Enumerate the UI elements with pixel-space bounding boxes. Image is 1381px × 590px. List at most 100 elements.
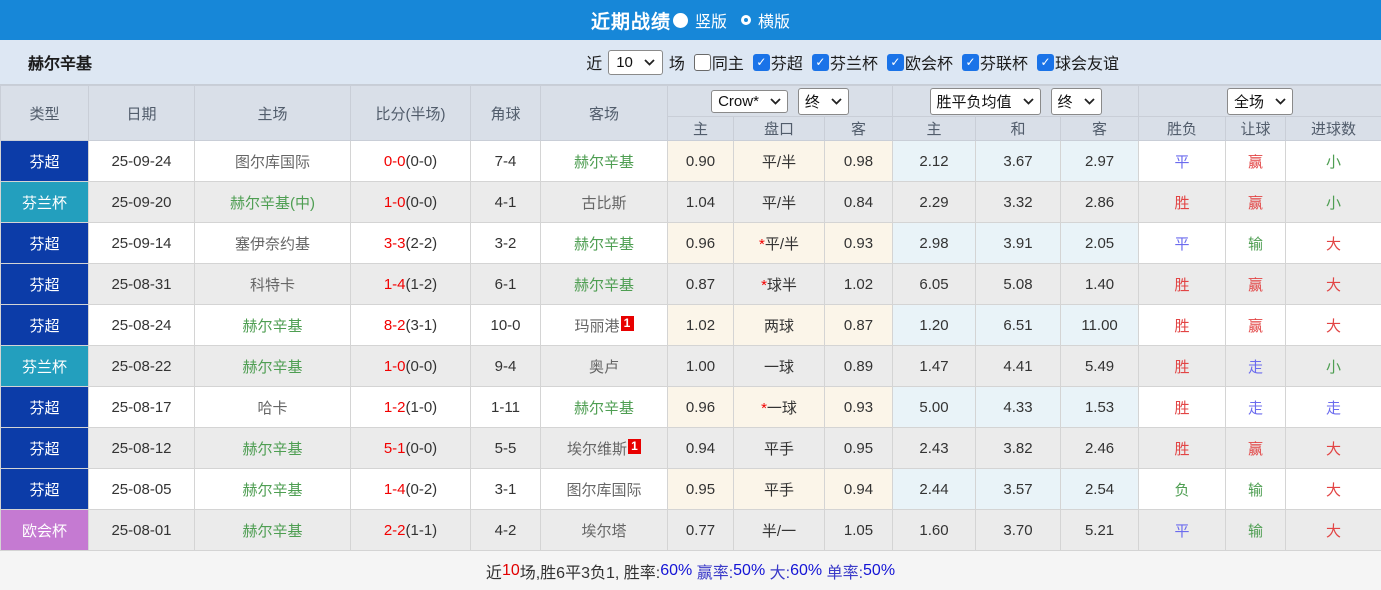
eu-away-odds: 2.46 [1060,427,1140,469]
away-team-name: 古比斯 [581,194,627,212]
home-team: 赫尔辛基 [194,468,351,510]
eu-away-odds: 2.86 [1060,181,1140,223]
score: 1-4(1-2) [350,263,471,305]
away-team-name: 赫尔辛基 [573,153,634,171]
ah-line-text: 一球 [766,399,797,417]
corners: 4-2 [470,509,541,551]
ah-line: 半/一 [733,509,825,551]
ah-line: *球半 [733,263,825,305]
eu-draw-odds: 3.67 [975,140,1062,182]
chevron-down-icon [1022,97,1034,105]
checkbox-checked-芬超[interactable]: ✓ [752,53,770,71]
ah-line-text: 平手 [763,481,794,499]
checkbox-label[interactable]: 芬联杯 [980,50,1028,74]
match-date: 25-09-20 [88,181,195,223]
eu-home-odds: 1.47 [892,345,977,387]
away-team: 玛丽港 1 [540,304,668,346]
radio-vertical-layout[interactable] [672,12,688,28]
chevron-down-icon [831,97,842,105]
checkbox-label[interactable]: 同主 [712,50,744,74]
ah-home-odds: 0.95 [667,468,734,510]
col-wdl: 胜负 [1138,116,1227,141]
eu-draw-odds: 6.51 [975,304,1062,346]
eu-draw-odds: 4.41 [975,345,1062,387]
score: 5-1(0-0) [350,427,471,469]
col-ah-away: 客 [823,116,894,141]
home-team-name: 塞伊奈约基 [234,235,310,253]
checkbox-label[interactable]: 芬超 [771,50,803,74]
result-wdl: 胜 [1138,427,1227,469]
ah-away-odds: 1.05 [823,509,894,551]
away-team: 赫尔辛基 [540,222,668,264]
match-date: 25-08-22 [88,345,195,387]
halftime-score: (1-2) [405,275,438,293]
ah-home-odds: 0.87 [667,263,734,305]
radio-horizontal-layout[interactable] [741,15,751,25]
score: 2-2(1-1) [350,509,471,551]
ah-line: 平手 [733,468,825,510]
checkbox-checked-芬兰杯[interactable]: ✓ [811,53,829,71]
filter-bar: 赫尔辛基 近 10 场 同主 ✓ 芬超 ✓ 芬兰杯 ✓ 欧会杯 ✓ 芬联杯 ✓ 球会友谊 [0,40,1381,85]
fulltime-score: 1-4 [383,275,406,293]
checkbox-unchecked-同主[interactable] [693,53,711,71]
halftime-score: (0-0) [405,357,438,375]
result-goals: 小 [1285,140,1381,182]
checkbox-checked-欧会杯[interactable]: ✓ [886,53,904,71]
home-team: 赫尔辛基 [194,304,351,346]
col-away: 客场 [540,85,668,141]
checkbox-label[interactable]: 芬兰杯 [830,50,878,74]
scope-select[interactable]: 全场 [1227,87,1294,115]
score: 8-2(3-1) [350,304,471,346]
type-badge: 芬超 [0,222,89,264]
result-wdl: 负 [1138,468,1227,510]
corners: 10-0 [470,304,541,346]
home-team-name: 赫尔辛基 [242,440,303,458]
recent-count-select[interactable]: 10 [608,49,663,75]
fulltime-score: 1-0 [383,357,406,375]
away-team: 赫尔辛基 [540,263,668,305]
corners: 3-1 [470,468,541,510]
ah-line: *平/半 [733,222,825,264]
checkbox-label[interactable]: 欧会杯 [905,50,953,74]
table-row: 芬超 25-09-14 塞伊奈约基 3-3(2-2) 3-2 赫尔辛基 0.96 *平/半 0.… [0,222,1381,264]
col-handicap: 让球 [1225,116,1287,141]
home-team-name: 哈卡 [257,399,288,417]
result-handicap: 赢 [1225,427,1287,469]
home-team: 图尔库国际 [194,140,351,182]
eu-away-odds: 5.49 [1060,345,1140,387]
ah-away-odds: 0.95 [823,427,894,469]
summary-part: 60% [660,561,693,579]
ah-line: 平手 [733,427,825,469]
radio-vertical-label[interactable]: 竖版 [695,8,727,32]
result-handicap: 走 [1225,386,1287,428]
eu-away-odds: 2.05 [1060,222,1140,264]
red-card-badge: 1 [628,438,641,454]
filters-group: 近 10 场 同主 ✓ 芬超 ✓ 芬兰杯 ✓ 欧会杯 ✓ 芬联杯 ✓ 球会友谊 [586,49,1119,75]
eu-draw-odds: 3.57 [975,468,1062,510]
asian-odds-time-select[interactable]: 终 [797,87,849,115]
result-wdl: 平 [1138,509,1227,551]
table-row: 芬超 25-08-05 赫尔辛基 1-4(0-2) 3-1 图尔库国际 0.95 平手 0.94… [0,468,1381,510]
result-wdl: 胜 [1138,263,1227,305]
recent-label: 近 [586,56,603,73]
score: 0-0(0-0) [350,140,471,182]
result-wdl: 胜 [1138,304,1227,346]
checkbox-checked-芬联杯[interactable]: ✓ [961,53,979,71]
euro-odds-time-select[interactable]: 终 [1050,87,1102,115]
bookmaker-select[interactable]: Crow* [711,89,788,113]
table-row: 芬超 25-08-24 赫尔辛基 8-2(3-1) 10-0 玛丽港 1 1.02 两球 0.87… [0,304,1381,346]
away-team: 图尔库国际 [540,468,668,510]
radio-horizontal-label[interactable]: 横版 [758,8,790,32]
match-date: 25-08-12 [88,427,195,469]
away-team: 赫尔辛基 [540,386,668,428]
col-eu-away: 客 [1060,116,1140,141]
ah-home-odds: 0.90 [667,140,734,182]
result-goals: 走 [1285,386,1381,428]
type-badge: 芬超 [0,468,89,510]
checkbox-checked-球会友谊[interactable]: ✓ [1036,53,1054,71]
col-ah-home: 主 [667,116,734,141]
away-team-name: 奥卢 [588,358,619,376]
summary-part: 赢率: [692,564,734,582]
checkbox-label[interactable]: 球会友谊 [1055,50,1119,74]
euro-odds-metric-select[interactable]: 胜平负均值 [929,87,1041,115]
